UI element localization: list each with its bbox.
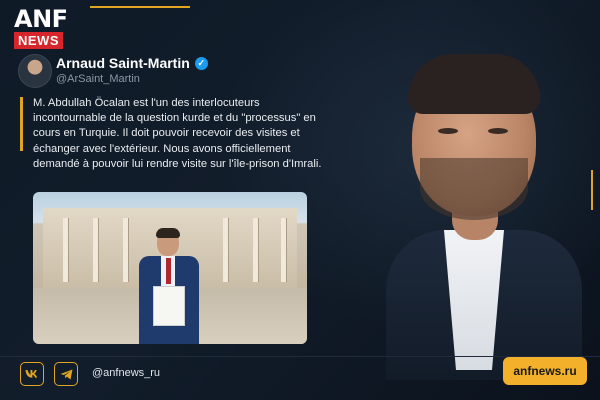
document — [153, 286, 185, 326]
vk-icon — [25, 370, 38, 378]
anf-news-logo[interactable]: ANF NEWS — [14, 5, 70, 50]
column — [63, 218, 68, 282]
column — [281, 218, 286, 282]
author-handle[interactable]: @ArSaint_Martin — [56, 73, 140, 85]
telegram-icon — [60, 369, 72, 379]
verified-badge-icon: ✓ — [194, 56, 208, 70]
portrait-photo — [380, 40, 582, 380]
author-name: Arnaud Saint-Martin — [56, 55, 190, 71]
logo-anf-text: ANF — [14, 5, 68, 33]
column — [93, 218, 98, 282]
tweet-photo — [33, 192, 307, 344]
quote-bar — [20, 97, 23, 151]
column — [253, 218, 258, 282]
accent-divider — [90, 6, 190, 8]
telegram-button[interactable] — [54, 362, 78, 386]
column — [123, 218, 128, 282]
vk-button[interactable] — [20, 362, 44, 386]
author-name-row[interactable]: Arnaud Saint-Martin ✓ — [56, 55, 208, 71]
column — [223, 218, 228, 282]
site-link-button[interactable]: anfnews.ru — [503, 357, 587, 385]
footer-handle[interactable]: @anfnews_ru — [92, 367, 160, 379]
author-avatar[interactable] — [18, 54, 52, 88]
accent-side-line — [591, 170, 593, 210]
man-holding-document — [135, 228, 203, 344]
logo-news-badge: NEWS — [14, 32, 63, 49]
tweet-text: M. Abdullah Öcalan est l'un des interloc… — [33, 97, 322, 170]
